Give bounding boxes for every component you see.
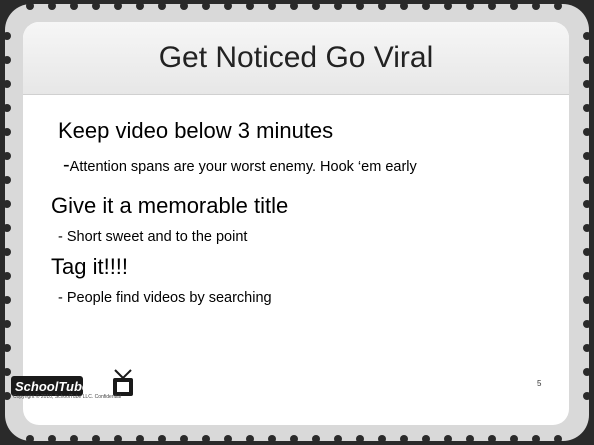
frame-dot	[246, 2, 254, 10]
frame-dot	[268, 435, 276, 443]
slide-panel: Get Noticed Go Viral	[23, 22, 569, 425]
frame-dot	[554, 435, 562, 443]
frame-dot	[246, 435, 254, 443]
frame-dot	[3, 200, 11, 208]
frame-dot	[92, 435, 100, 443]
frame-dot	[3, 152, 11, 160]
frame-dot	[422, 2, 430, 10]
frame-dot	[202, 435, 210, 443]
frame-dot	[378, 435, 386, 443]
frame-dot	[312, 2, 320, 10]
frame-dot	[466, 2, 474, 10]
frame-dot	[444, 2, 452, 10]
bullet-detail-1: -Attention spans are your worst enemy. H…	[63, 154, 417, 177]
frame-dot	[26, 2, 34, 10]
frame-dot	[444, 435, 452, 443]
slide-title: Get Noticed Go Viral	[158, 41, 434, 74]
frame-dot	[70, 435, 78, 443]
bullet-heading-2: Give it a memorable title	[51, 193, 289, 218]
frame-dot	[180, 2, 188, 10]
frame-dot	[3, 344, 11, 352]
frame-dot	[70, 2, 78, 10]
frame-dot	[356, 2, 364, 10]
frame-dot	[583, 56, 591, 64]
schooltube-logo-text: SchoolTube	[15, 379, 89, 394]
frame-dot	[554, 2, 562, 10]
frame-dot	[180, 435, 188, 443]
frame-dot	[466, 435, 474, 443]
frame-dot	[3, 56, 11, 64]
frame-dot	[3, 224, 11, 232]
frame-dot	[488, 2, 496, 10]
frame-dot	[202, 2, 210, 10]
frame-dot	[334, 2, 342, 10]
frame-dot	[510, 2, 518, 10]
copyright-notice: Copyright © 2010, SchoolTube LLC. Confid…	[13, 394, 122, 400]
slide-number: 5	[537, 379, 542, 388]
frame-dot	[583, 248, 591, 256]
frame-dot	[3, 272, 11, 280]
frame-dot	[532, 435, 540, 443]
frame-dot	[583, 344, 591, 352]
frame-dot	[378, 2, 386, 10]
frame-dot	[136, 435, 144, 443]
frame-dot	[3, 176, 11, 184]
bullet-detail-1-text: Attention spans are your worst enemy. Ho…	[69, 159, 417, 175]
frame-dot	[356, 435, 364, 443]
frame-dot	[583, 176, 591, 184]
title-bar: Get Noticed Go Viral	[23, 22, 569, 95]
bullet-heading-1: Keep video below 3 minutes	[58, 118, 334, 143]
bullet-detail-3: - People find videos by searching	[58, 290, 272, 306]
frame-dot	[92, 2, 100, 10]
frame-dot	[583, 392, 591, 400]
frame-dot	[3, 296, 11, 304]
frame-dot	[583, 320, 591, 328]
frame-dot	[583, 128, 591, 136]
frame-dot	[3, 320, 11, 328]
frame-dot	[114, 435, 122, 443]
frame-dot	[290, 2, 298, 10]
frame-dot	[583, 296, 591, 304]
frame-dot	[583, 152, 591, 160]
frame-dot	[3, 104, 11, 112]
frame-dot	[583, 80, 591, 88]
frame-dot	[268, 2, 276, 10]
frame-dot	[3, 248, 11, 256]
bullet-dash: -	[63, 154, 70, 176]
frame-dot	[583, 272, 591, 280]
frame-dot	[532, 2, 540, 10]
bullet-detail-2: - Short sweet and to the point	[58, 229, 248, 245]
frame-dot	[26, 435, 34, 443]
frame-dot	[583, 224, 591, 232]
frame-dot	[158, 435, 166, 443]
frame-dot	[583, 200, 591, 208]
frame-dot	[158, 2, 166, 10]
frame-dot	[3, 80, 11, 88]
frame-dot	[583, 104, 591, 112]
frame-dot	[510, 435, 518, 443]
frame-dot	[400, 2, 408, 10]
frame-dot	[224, 435, 232, 443]
frame-dot	[488, 435, 496, 443]
frame-dot	[334, 435, 342, 443]
frame-dot	[400, 435, 408, 443]
frame-dot	[290, 435, 298, 443]
frame-dot	[48, 2, 56, 10]
frame-dot	[3, 128, 11, 136]
frame-dot	[312, 435, 320, 443]
frame-dot	[224, 2, 232, 10]
frame-dot	[136, 2, 144, 10]
frame-dot	[583, 368, 591, 376]
frame-dot	[422, 435, 430, 443]
bullet-heading-3: Tag it!!!!	[51, 254, 129, 279]
frame-dot	[3, 32, 11, 40]
frame-dot	[48, 435, 56, 443]
frame-dot	[114, 2, 122, 10]
frame-dot	[583, 32, 591, 40]
